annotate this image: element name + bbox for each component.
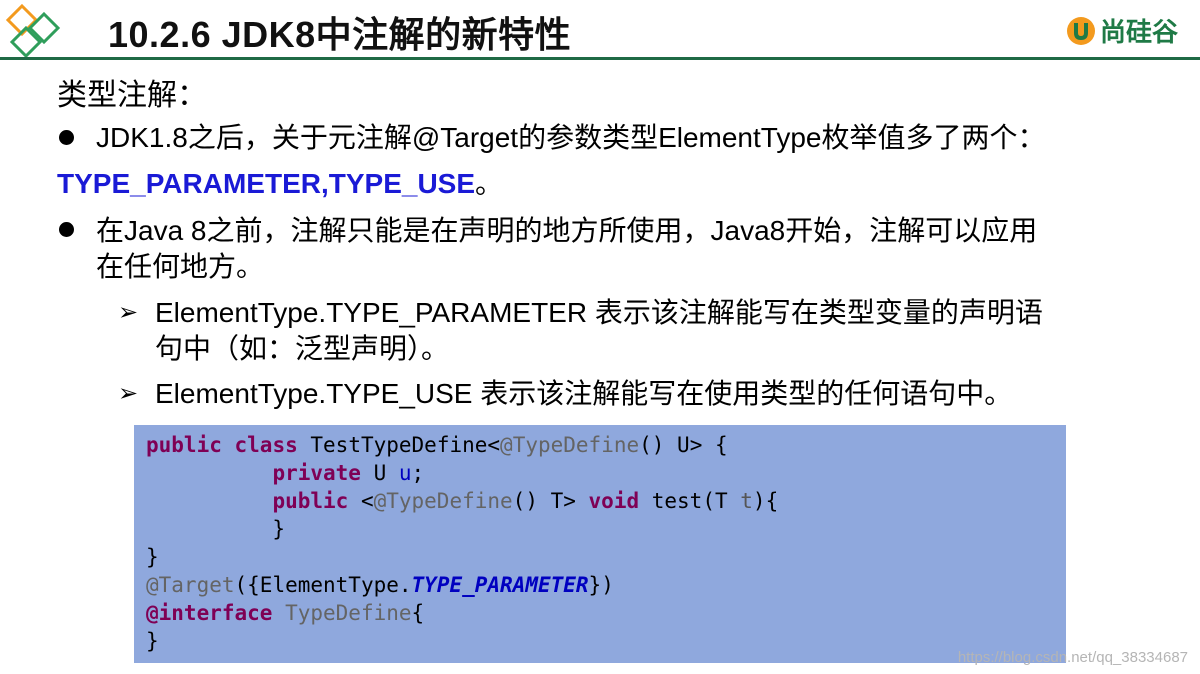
- bullet-dot-icon: [59, 130, 74, 145]
- code-line: @Target({ElementType.TYPE_PARAMETER}): [146, 571, 778, 599]
- bullet-dot-icon: [59, 222, 74, 237]
- code-line: public <@TypeDefine() T> void test(T t){: [146, 487, 778, 515]
- code-keyword: private: [272, 461, 361, 485]
- arrow-bullet-icon: ➢: [118, 299, 139, 326]
- logo-diamonds-icon: [5, 4, 61, 59]
- code-keyword: public: [272, 489, 349, 513]
- code-type-name: TypeDefine: [285, 601, 412, 625]
- code-text: () T>: [512, 489, 589, 513]
- code-keyword: class: [234, 433, 298, 457]
- code-line: public class TestTypeDefine<@TypeDefine(…: [146, 431, 778, 459]
- bullet-1-text: JDK1.8之后，关于元注解@Target的参数类型ElementType枚举值…: [96, 122, 1046, 153]
- brand-name: 尚硅谷: [1099, 17, 1178, 47]
- code-line: }: [146, 629, 159, 653]
- code-text: ({ElementType.: [234, 573, 412, 597]
- code-keyword: public: [146, 433, 222, 457]
- code-text: {: [411, 601, 425, 625]
- bullet-2-text-b: 在任何地方。: [96, 251, 265, 282]
- watermark: https://blog.csdn.net/qq_38334687: [957, 649, 1188, 666]
- section-heading: 类型注解：: [57, 79, 207, 112]
- bullet-2-text-a: 在Java 8之前，注解只能是在声明的地方所使用，Java8开始，注解可以应用: [96, 215, 1038, 246]
- code-text: test(T: [639, 489, 741, 513]
- code-text: ){: [752, 489, 779, 513]
- code-text: }): [588, 573, 614, 597]
- sub-bullet-1-text-a: ElementType.TYPE_PARAMETER 表示该注解能写在类型变量的…: [155, 297, 1043, 328]
- code-param: t: [740, 489, 753, 513]
- code-line: private U u;: [146, 459, 778, 487]
- code-text: () U> {: [639, 433, 728, 457]
- code-text: <: [348, 489, 374, 513]
- arrow-bullet-icon: ➢: [118, 380, 139, 407]
- code-field: u: [398, 461, 412, 485]
- code-annotation: @Target: [146, 573, 235, 597]
- page-title: 10.2.6 JDK8中注解的新特性: [108, 14, 572, 55]
- code-annotation: @TypeDefine: [500, 433, 640, 457]
- code-listing: public class TestTypeDefine<@TypeDefine(…: [146, 431, 778, 655]
- title-divider: [0, 57, 1200, 60]
- brand-logo: 尚硅谷: [1066, 12, 1178, 49]
- sub-bullet-2-text: ElementType.TYPE_USE 表示该注解能写在使用类型的任何语句中。: [155, 378, 1013, 409]
- code-text: U: [360, 461, 399, 485]
- code-line: }: [146, 545, 159, 569]
- code-line: }: [146, 517, 286, 541]
- code-keyword: @interface: [146, 601, 273, 625]
- code-keyword: void: [588, 489, 640, 513]
- code-text: ;: [411, 461, 425, 485]
- highlight-tail: 。: [475, 168, 504, 199]
- code-block: public class TestTypeDefine<@TypeDefine(…: [134, 425, 1066, 663]
- u-shield-icon: [1066, 16, 1095, 45]
- code-annotation: @TypeDefine: [373, 489, 513, 513]
- code-constant: TYPE_PARAMETER: [411, 573, 589, 597]
- code-line: @interface TypeDefine{: [146, 599, 778, 627]
- bullet-1-highlight: TYPE_PARAMETER,TYPE_USE。: [57, 166, 503, 202]
- highlight-values: TYPE_PARAMETER,TYPE_USE: [57, 168, 476, 199]
- code-text: TestTypeDefine<: [310, 433, 501, 457]
- sub-bullet-1-text-b: 句中（如：泛型声明）。: [155, 333, 450, 364]
